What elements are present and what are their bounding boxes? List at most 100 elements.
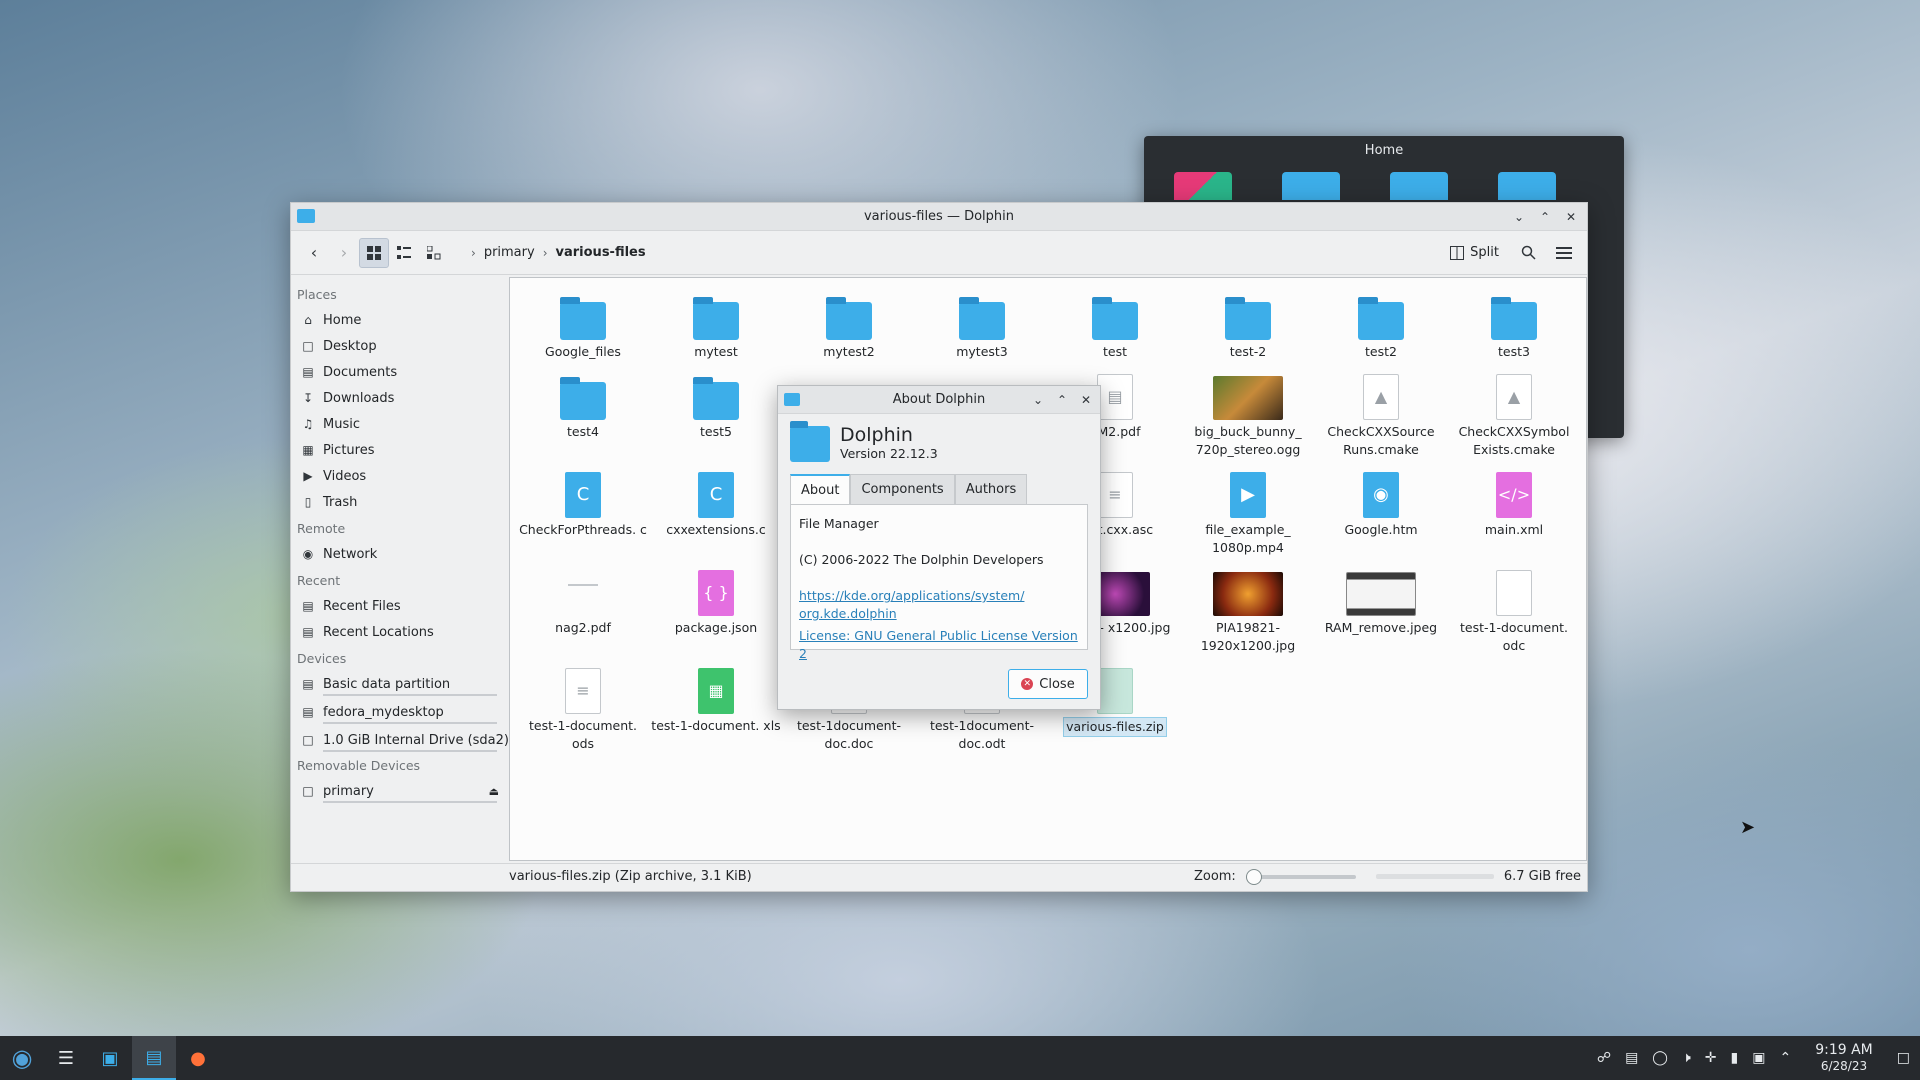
places-item-downloads[interactable]: ↧ Downloads (297, 385, 509, 411)
places-item-music[interactable]: ♫ Music (297, 411, 509, 437)
background-window-title: Home (1364, 143, 1404, 158)
file-item[interactable]: Ccxxextensions.c (651, 466, 781, 539)
file-item[interactable]: mytest (651, 288, 781, 361)
compact-view-icon (397, 245, 411, 259)
show-desktop-icon[interactable]: □ (1897, 1050, 1910, 1066)
videos-icon: ▶ (303, 469, 313, 483)
titlebar[interactable]: various-files — Dolphin ⌄ ⌃ ✕ (291, 203, 1587, 231)
system-settings-icon[interactable]: ☰ (44, 1036, 88, 1080)
network-tray-icon[interactable]: ▣ (1752, 1050, 1765, 1066)
device-capacity-bar (323, 750, 497, 752)
file-item[interactable]: Google_files (518, 288, 648, 361)
volume-icon[interactable]: 🕨 (1682, 1050, 1691, 1066)
back-button[interactable]: ‹ (299, 238, 329, 268)
places-item-pictures[interactable]: ▦ Pictures (297, 437, 509, 463)
image-thumbnail-icon (1213, 572, 1283, 616)
breadcrumb-item-current[interactable]: various-files (556, 245, 646, 260)
file-item[interactable]: </> main.xml (1449, 466, 1579, 539)
places-item-label: Recent Locations (323, 624, 434, 640)
file-item[interactable]: mytest2 (784, 288, 914, 361)
dolphin-logo-icon (790, 421, 830, 462)
zoom-slider-knob[interactable] (1245, 868, 1262, 885)
about-tabs: About Components Authors (790, 474, 1100, 504)
places-item-recent-files[interactable]: ▤ Recent Files (297, 593, 509, 619)
file-item[interactable]: test-2 (1183, 288, 1313, 361)
about-tab-panel: File Manager (C) 2006-2022 The Dolphin D… (790, 504, 1088, 661)
compact-view-button[interactable] (389, 238, 419, 268)
devices-icon[interactable]: ▤ (1625, 1050, 1638, 1066)
close-icon[interactable]: ✕ (1561, 207, 1581, 227)
html-file-icon: ◉ (1363, 472, 1399, 518)
file-item[interactable]: ▲ CheckCXXSymbol Exists.cmake (1449, 368, 1579, 459)
places-item-recent-locations[interactable]: ▤ Recent Locations (297, 619, 509, 645)
places-item-home[interactable]: ⌂ Home (297, 307, 509, 333)
battery-icon[interactable]: ▮ (1731, 1050, 1739, 1066)
updates-icon[interactable]: ◯ (1652, 1050, 1668, 1066)
breadcrumb-item-primary[interactable]: primary (484, 245, 535, 260)
places-item-trash[interactable]: ▯ Trash (297, 489, 509, 515)
file-item[interactable]: ◉ Google.htm (1316, 466, 1446, 539)
places-item-network[interactable]: ◉ Network (297, 541, 509, 567)
file-item[interactable]: ≡ test-1-document. ods (518, 662, 648, 753)
icons-view-button[interactable] (359, 237, 389, 268)
zoom-slider[interactable] (1245, 868, 1356, 885)
minimize-icon[interactable]: ⌄ (1028, 390, 1048, 410)
maximize-icon[interactable]: ⌃ (1535, 207, 1555, 227)
places-item-documents[interactable]: ▤ Documents (297, 359, 509, 385)
dolphin-app-icon (297, 209, 315, 223)
forward-button[interactable]: › (329, 238, 359, 268)
homepage-link[interactable]: https://kde.org/applications/system/ org… (799, 587, 1079, 623)
hamburger-menu-button[interactable] (1549, 238, 1579, 268)
license-link[interactable]: License: GNU General Public License Vers… (799, 627, 1079, 663)
file-item[interactable]: test2 (1316, 288, 1446, 361)
file-item[interactable]: ▦ test-1-document. xls (651, 662, 781, 735)
close-icon[interactable]: ✕ (1076, 390, 1096, 410)
file-label: test-1-document. ods (528, 718, 638, 751)
minimize-icon[interactable]: ⌄ (1509, 207, 1529, 227)
clock[interactable]: 9:19 AM 6/28/23 (1815, 1042, 1873, 1074)
dolphin-taskbar-icon[interactable]: ▤ (132, 1036, 176, 1080)
file-item[interactable]: ▲ CheckCXXSource Runs.cmake (1316, 368, 1446, 459)
tab-authors[interactable]: Authors (954, 474, 1028, 504)
file-item[interactable]: test5 (651, 368, 781, 441)
close-button[interactable]: ✕ Close (1008, 669, 1088, 699)
kde-connect-icon[interactable]: ☍ (1597, 1050, 1611, 1066)
split-button[interactable]: Split (1442, 238, 1507, 268)
search-button[interactable] (1513, 238, 1543, 268)
file-item[interactable]: test4 (518, 368, 648, 441)
file-item[interactable]: test (1050, 288, 1180, 361)
discover-store-icon[interactable]: ▣ (88, 1036, 132, 1080)
bluetooth-icon[interactable]: ✛ (1705, 1050, 1717, 1066)
file-label: file_example_ 1080p.mp4 (1205, 522, 1291, 555)
details-view-button[interactable] (419, 238, 449, 268)
file-item[interactable]: nag2.pdf (518, 564, 648, 637)
file-item[interactable]: test-1-document. odc (1449, 564, 1579, 655)
file-label: Google.htm (1344, 522, 1418, 537)
file-item[interactable]: C CheckForPthreads. c (518, 466, 648, 539)
file-item[interactable]: mytest3 (917, 288, 1047, 361)
file-item[interactable]: PIA19821- 1920x1200.jpg (1183, 564, 1313, 655)
folder-icon (1225, 297, 1271, 340)
dialog-titlebar[interactable]: About Dolphin ⌄ ⌃ ✕ (778, 386, 1100, 414)
places-item-desktop[interactable]: □ Desktop (297, 333, 509, 359)
file-label: mytest3 (956, 344, 1008, 359)
file-item[interactable]: { } package.json (651, 564, 781, 637)
file-item[interactable]: big_buck_bunny_ 720p_stereo.ogg (1183, 368, 1313, 459)
search-icon (1521, 245, 1536, 260)
maximize-icon[interactable]: ⌃ (1052, 390, 1072, 410)
places-item-videos[interactable]: ▶ Videos (297, 463, 509, 489)
chevron-up-icon[interactable]: ⌃ (1779, 1050, 1791, 1066)
file-label: PIA19821- 1920x1200.jpg (1200, 620, 1296, 653)
home-icon: ⌂ (304, 313, 312, 327)
file-item[interactable]: ▶ file_example_ 1080p.mp4 (1183, 466, 1313, 557)
video-file-icon: ▶ (1230, 472, 1266, 518)
file-item[interactable]: RAM_remove.jpeg (1316, 564, 1446, 637)
clock-date: 6/28/23 (1820, 1059, 1868, 1073)
places-section-header: Places (297, 287, 337, 302)
fedora-launcher-icon[interactable]: ◉ (0, 1036, 44, 1080)
tab-about[interactable]: About (790, 474, 851, 504)
tab-components[interactable]: Components (850, 474, 955, 504)
eject-icon[interactable]: ⏏ (489, 785, 499, 798)
file-item[interactable]: test3 (1449, 288, 1579, 361)
firefox-icon[interactable]: ● (176, 1036, 220, 1080)
